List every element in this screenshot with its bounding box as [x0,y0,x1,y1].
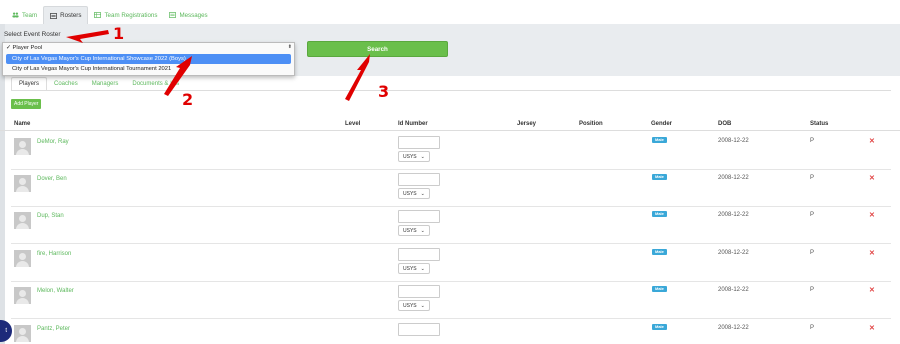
annotation-number-2: 2 [182,90,194,109]
annotation-number-3: 3 [378,82,390,101]
arrow-3 [345,54,370,101]
annotation-number-1: 1 [113,24,125,43]
arrow-1 [66,30,109,43]
annotation-arrows [66,30,370,101]
